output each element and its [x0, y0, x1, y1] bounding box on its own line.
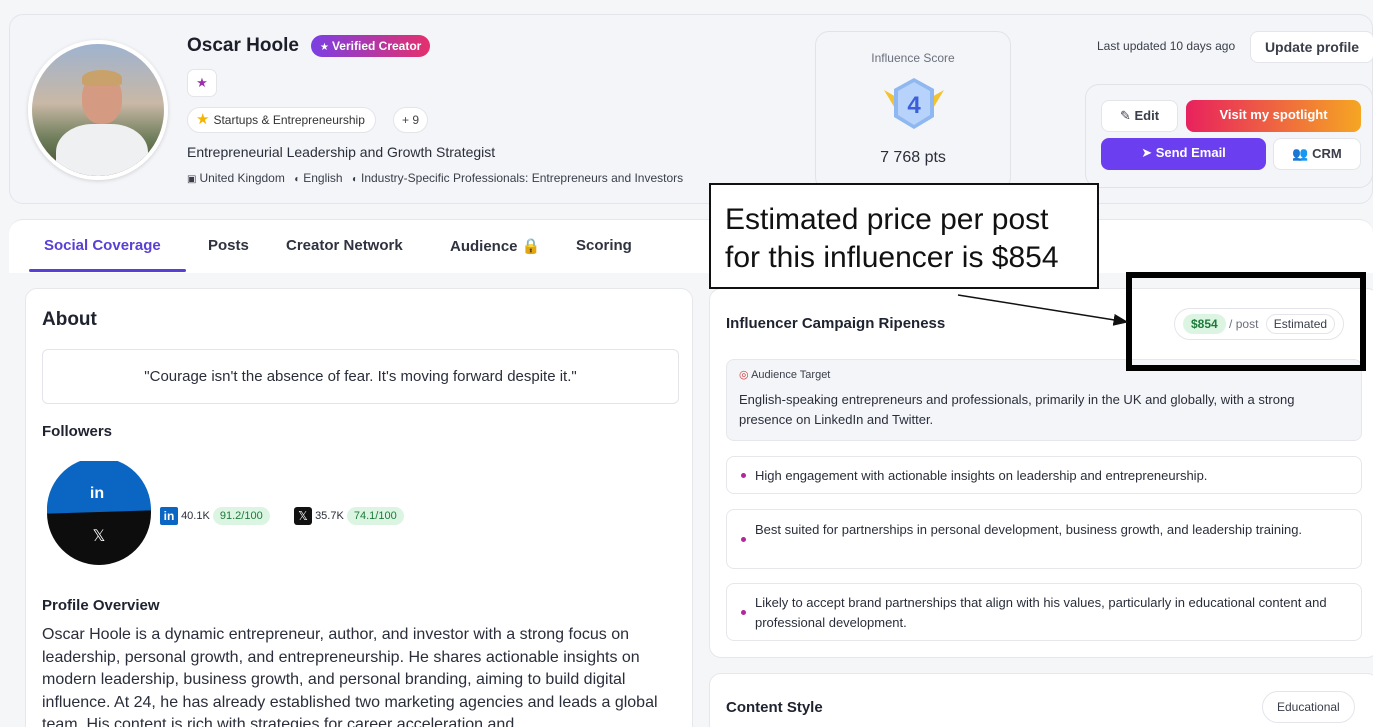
score-badge-icon: 4 — [884, 78, 944, 129]
creator-name: Oscar Hoole — [187, 35, 299, 56]
tab-bar: Social Coverage Posts Creator Network Au… — [9, 219, 1373, 273]
active-tab-indicator — [29, 269, 186, 272]
profile-overview-title: Profile Overview — [42, 597, 160, 614]
influence-score-title: Influence Score — [871, 51, 955, 65]
tab-social-coverage[interactable]: Social Coverage — [44, 237, 161, 254]
x-icon: 𝕏 — [294, 507, 312, 525]
followers-title: Followers — [42, 423, 113, 440]
influence-points: 7 768 pts — [880, 149, 946, 166]
target-icon: ◎ — [739, 369, 749, 381]
influence-score-card: Influence Score 4 7 768 pts — [815, 31, 1011, 191]
insight-item: Likely to accept brand partnerships that… — [726, 583, 1362, 641]
people-icon: 👥 — [1292, 146, 1309, 161]
content-style-tag: Educational — [1262, 691, 1355, 723]
linkedin-icon: in — [90, 485, 104, 502]
ripeness-title: Influencer Campaign Ripeness — [726, 315, 946, 332]
about-title: About — [42, 309, 97, 330]
content-style-title: Content Style — [726, 699, 823, 716]
creator-quote: "Courage isn't the absence of fear. It's… — [42, 349, 679, 404]
tab-creator-network[interactable]: Creator Network — [286, 237, 403, 254]
creator-tagline: Entrepreneurial Leadership and Growth St… — [187, 144, 496, 160]
edit-icon: ✎ — [1119, 108, 1131, 123]
star-icon: ★ — [320, 42, 329, 53]
tab-posts[interactable]: Posts — [208, 237, 249, 254]
category-chip[interactable]: ★ Startups & Entrepreneurship — [187, 107, 376, 133]
edit-button[interactable]: ✎ Edit — [1101, 100, 1178, 132]
insight-item: Best suited for partnerships in personal… — [726, 509, 1362, 569]
speaking-head-icon: ◐ — [294, 174, 301, 185]
update-profile-button[interactable]: Update profile — [1250, 31, 1373, 63]
action-panel: ✎ Edit Visit my spotlight ➤ Send Email 👥… — [1085, 84, 1373, 188]
creator-meta: ▣ United Kingdom ◐ English ◐ Industry-Speci… — [187, 171, 684, 185]
last-updated: Last updated 10 days ago — [1097, 39, 1236, 53]
linkedin-stats: in 40.1K 91.2/100 — [160, 507, 270, 525]
speaking-head-icon: ◐ — [351, 174, 358, 185]
uk-flag-icon: ▣ — [187, 174, 197, 185]
x-stats: 𝕏 35.7K 74.1/100 — [294, 507, 404, 525]
lock-icon: 🔒 — [521, 238, 541, 255]
verified-badge: ★ Verified Creator — [311, 35, 431, 57]
content-style-panel: Content Style Educational — [709, 673, 1373, 727]
send-email-button[interactable]: ➤ Send Email — [1101, 138, 1266, 170]
about-panel: About "Courage isn't the absence of fear… — [25, 288, 693, 727]
linkedin-icon: in — [160, 507, 178, 525]
avatar — [28, 40, 168, 180]
star-icon: ★ — [196, 111, 210, 128]
tab-audience[interactable]: Audience 🔒 — [450, 237, 540, 255]
visit-spotlight-button[interactable]: Visit my spotlight — [1186, 100, 1361, 132]
audience-target: ◎ Audience Target English-speaking entre… — [726, 359, 1362, 441]
tab-scoring[interactable]: Scoring — [576, 237, 632, 254]
more-categories-chip[interactable]: + 9 — [393, 107, 429, 133]
annotation-callout: Estimated price per post for this influen… — [709, 183, 1099, 289]
score-value: 4 — [907, 92, 921, 119]
send-icon: ➤ — [1141, 145, 1153, 160]
followers-pie-chart: in 𝕏 — [47, 461, 151, 565]
crm-button[interactable]: 👥 CRM — [1273, 138, 1361, 170]
audience-target-text: English-speaking entrepreneurs and profe… — [739, 392, 1295, 427]
x-score: 74.1/100 — [346, 507, 404, 525]
annotation-highlight-box — [1126, 272, 1366, 371]
x-icon: 𝕏 — [93, 528, 106, 545]
profile-overview-text: Oscar Hoole is a dynamic entrepreneur, a… — [42, 626, 658, 727]
star-icon[interactable]: ★ — [187, 69, 217, 97]
insight-item: High engagement with actionable insights… — [726, 456, 1362, 494]
linkedin-score: 91.2/100 — [212, 507, 270, 525]
